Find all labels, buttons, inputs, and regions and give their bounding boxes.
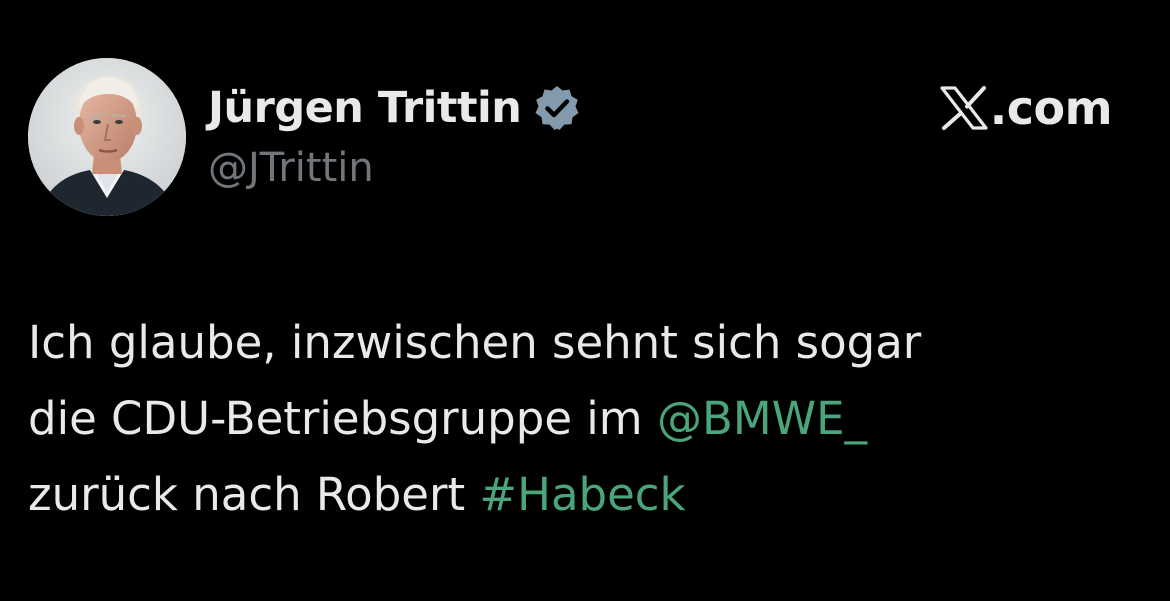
tweet-line-2: die CDU-Betriebsgruppe im @BMWE_ — [28, 381, 1128, 457]
hashtag-link[interactable]: #Habeck — [479, 468, 685, 521]
x-logo-icon — [938, 85, 990, 131]
site-label: .com — [938, 78, 1113, 138]
tweet-text: Ich glaube, inzwischen sehnt sich sogar … — [28, 305, 1128, 533]
tweet-line-3: zurück nach Robert #Habeck — [28, 457, 1128, 533]
verified-badge-icon — [533, 84, 581, 132]
tweet-text-segment: zurück nach Robert — [28, 468, 480, 521]
author-handle[interactable]: @JTrittin — [208, 145, 374, 191]
tweet-text-segment: die CDU-Betriebsgruppe im — [28, 392, 657, 445]
site-domain: .com — [989, 81, 1113, 135]
author-display-name[interactable]: Jürgen Trittin — [208, 83, 522, 133]
avatar[interactable] — [28, 58, 186, 216]
tweet-card: Jürgen Trittin @JTrittin .com Ich glaube… — [0, 0, 1170, 601]
tweet-line-1: Ich glaube, inzwischen sehnt sich sogar — [28, 305, 1128, 381]
mention-link[interactable]: @BMWE_ — [657, 392, 867, 445]
tweet-text-segment: Ich glaube, inzwischen sehnt sich sogar — [28, 316, 922, 369]
author-name-row[interactable]: Jürgen Trittin — [208, 78, 581, 138]
